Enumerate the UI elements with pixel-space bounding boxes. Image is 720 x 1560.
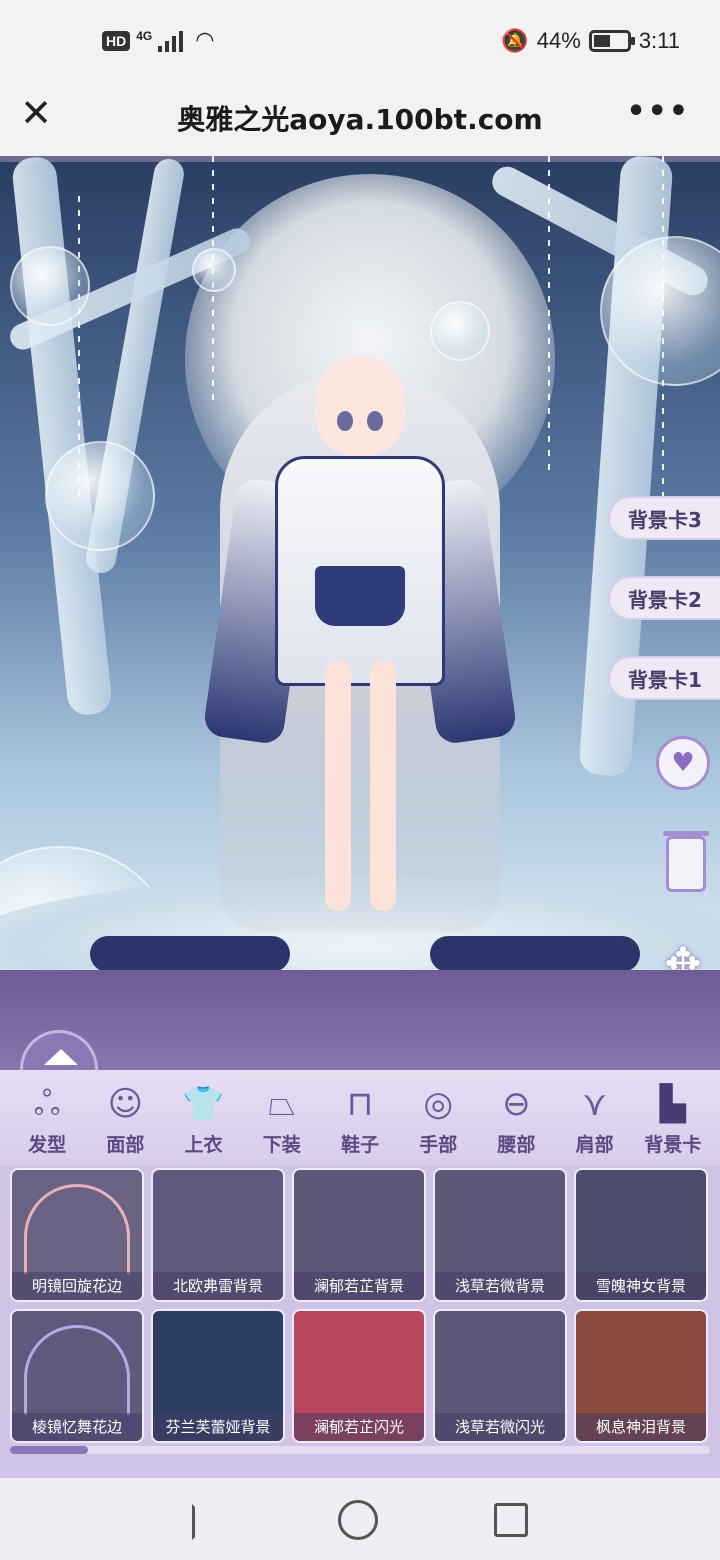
network-type: 4G bbox=[136, 28, 153, 43]
status-bar: HD 4G ◠ 🔕 44% 3:11 bbox=[0, 0, 720, 84]
face-icon: ☺ bbox=[107, 1084, 144, 1124]
background-item[interactable]: 澜郁若芷闪光 bbox=[292, 1309, 426, 1443]
top-icon: 👕 bbox=[182, 1084, 225, 1124]
arch-frame bbox=[24, 1184, 130, 1274]
screen: HD 4G ◠ 🔕 44% 3:11 ✕ 奥雅之光aoya.100bt.com … bbox=[0, 0, 720, 1560]
item-label: 棱镜忆舞花边 bbox=[12, 1413, 142, 1441]
background-card-icon: ▙ bbox=[659, 1084, 686, 1124]
background-item[interactable]: 明镜回旋花边 bbox=[10, 1168, 144, 1302]
tab-label: 面部 bbox=[106, 1134, 145, 1156]
tab-label: 腰部 bbox=[497, 1134, 536, 1156]
trash-icon[interactable] bbox=[663, 831, 709, 892]
system-nav-bar bbox=[0, 1478, 720, 1560]
wifi-icon: ◠ bbox=[195, 28, 215, 53]
battery-percent: 44% bbox=[536, 28, 581, 53]
tab-label: 背景卡 bbox=[644, 1134, 702, 1156]
arch-frame bbox=[24, 1325, 130, 1415]
clock: 3:11 bbox=[638, 28, 680, 53]
item-scrollbar[interactable] bbox=[10, 1446, 710, 1454]
hanging-string bbox=[548, 156, 550, 476]
character[interactable] bbox=[90, 331, 640, 976]
signal-icon bbox=[158, 30, 184, 52]
tab-skirt[interactable]: ⏢ 下装 bbox=[243, 1070, 321, 1166]
background-item[interactable]: 北欧弗雷背景 bbox=[151, 1168, 285, 1302]
character-skirt bbox=[315, 566, 405, 626]
background-item[interactable]: 浅草若微背景 bbox=[433, 1168, 567, 1302]
category-tabs: ஃ 发型 ☺ 面部 👕 上衣 ⏢ 下装 ⊓ 鞋子 ◎ 手部 ⊖ 腰部 ⋎ 肩部 ▙ 背景卡 bbox=[0, 1070, 720, 1166]
wings-icon: ⋎ bbox=[582, 1084, 608, 1124]
tab-hair[interactable]: ஃ 发型 bbox=[8, 1070, 86, 1166]
tab-label: 手部 bbox=[419, 1134, 458, 1156]
tab-label: 发型 bbox=[28, 1134, 67, 1156]
tab-label: 下装 bbox=[262, 1134, 301, 1156]
character-leg bbox=[370, 661, 396, 911]
background-item[interactable]: 澜郁若芷背景 bbox=[292, 1168, 426, 1302]
hd-badge: HD bbox=[102, 30, 131, 51]
scene-top-border bbox=[0, 156, 720, 162]
background-item[interactable]: 芬兰芙蕾娅背景 bbox=[151, 1309, 285, 1443]
tab-wings[interactable]: ⋎ 肩部 bbox=[556, 1070, 634, 1166]
tab-background-card[interactable]: ▙ 背景卡 bbox=[634, 1070, 712, 1166]
title-bar: ✕ 奥雅之光aoya.100bt.com ••• bbox=[0, 84, 720, 156]
glass-orb bbox=[10, 246, 90, 326]
glass-orb bbox=[192, 248, 236, 292]
tab-label: 上衣 bbox=[184, 1134, 223, 1156]
tree-trunk bbox=[10, 156, 114, 717]
item-label: 芬兰芙蕾娅背景 bbox=[153, 1413, 283, 1441]
item-panel: 明镜回旋花边 北欧弗雷背景 澜郁若芷背景 浅草若微背景 雪魄神女背景棱镜忆舞花边 芬兰芙蕾… bbox=[0, 1166, 720, 1478]
character-leg bbox=[325, 661, 351, 911]
item-label: 北欧弗雷背景 bbox=[153, 1272, 283, 1300]
background-item[interactable]: 浅草若微闪光 bbox=[433, 1309, 567, 1443]
back-icon[interactable] bbox=[186, 1498, 230, 1542]
tab-face[interactable]: ☺ 面部 bbox=[86, 1070, 164, 1166]
background-item[interactable]: 雪魄神女背景 bbox=[574, 1168, 708, 1302]
rotate-heart-icon[interactable]: ♥ bbox=[656, 736, 710, 790]
tab-belt[interactable]: ⊖ 腰部 bbox=[477, 1070, 555, 1166]
background-item[interactable]: 棱镜忆舞花边 bbox=[10, 1309, 144, 1443]
item-label: 澜郁若芷背景 bbox=[294, 1272, 424, 1300]
recents-icon[interactable] bbox=[494, 1503, 528, 1537]
ring-icon: ◎ bbox=[423, 1084, 454, 1124]
dressup-scene: 背景卡3 背景卡2 背景卡1 ♥ ✥ bbox=[0, 156, 720, 976]
status-left: HD 4G ◠ bbox=[102, 28, 214, 53]
mute-icon: 🔕 bbox=[501, 28, 529, 54]
item-label: 雪魄神女背景 bbox=[576, 1272, 706, 1300]
background-item[interactable]: 枫息神泪背景 bbox=[574, 1309, 708, 1443]
background-card-3[interactable]: 背景卡3 bbox=[608, 496, 720, 540]
character-train-left bbox=[90, 936, 290, 972]
status-right: 🔕 44% 3:11 bbox=[501, 28, 680, 54]
glass-orb bbox=[45, 441, 155, 551]
belt-icon: ⊖ bbox=[502, 1084, 531, 1124]
hair-icon: ஃ bbox=[33, 1084, 61, 1124]
item-label: 澜郁若芷闪光 bbox=[294, 1413, 424, 1441]
item-grid: 明镜回旋花边 北欧弗雷背景 澜郁若芷背景 浅草若微背景 雪魄神女背景棱镜忆舞花边 芬兰芙蕾… bbox=[10, 1168, 708, 1443]
page-title: 奥雅之光aoya.100bt.com bbox=[177, 103, 543, 136]
item-label: 明镜回旋花边 bbox=[12, 1272, 142, 1300]
character-train-right bbox=[430, 936, 640, 972]
item-scrollbar-thumb[interactable] bbox=[10, 1446, 88, 1454]
item-label: 浅草若微背景 bbox=[435, 1272, 565, 1300]
tab-ring[interactable]: ◎ 手部 bbox=[399, 1070, 477, 1166]
skirt-icon: ⏢ bbox=[268, 1084, 296, 1124]
home-icon[interactable] bbox=[338, 1500, 378, 1540]
tab-label: 肩部 bbox=[575, 1134, 614, 1156]
more-icon[interactable]: ••• bbox=[626, 94, 690, 129]
shoes-icon: ⊓ bbox=[346, 1084, 374, 1124]
item-label: 浅草若微闪光 bbox=[435, 1413, 565, 1441]
tab-shoes[interactable]: ⊓ 鞋子 bbox=[321, 1070, 399, 1166]
background-card-2[interactable]: 背景卡2 bbox=[608, 576, 720, 620]
tab-label: 鞋子 bbox=[340, 1134, 379, 1156]
background-card-1[interactable]: 背景卡1 bbox=[608, 656, 720, 700]
item-label: 枫息神泪背景 bbox=[576, 1413, 706, 1441]
character-face bbox=[315, 356, 405, 456]
wardrobe-drawer bbox=[0, 970, 720, 1070]
tab-top[interactable]: 👕 上衣 bbox=[164, 1070, 242, 1166]
battery-icon bbox=[588, 30, 635, 52]
